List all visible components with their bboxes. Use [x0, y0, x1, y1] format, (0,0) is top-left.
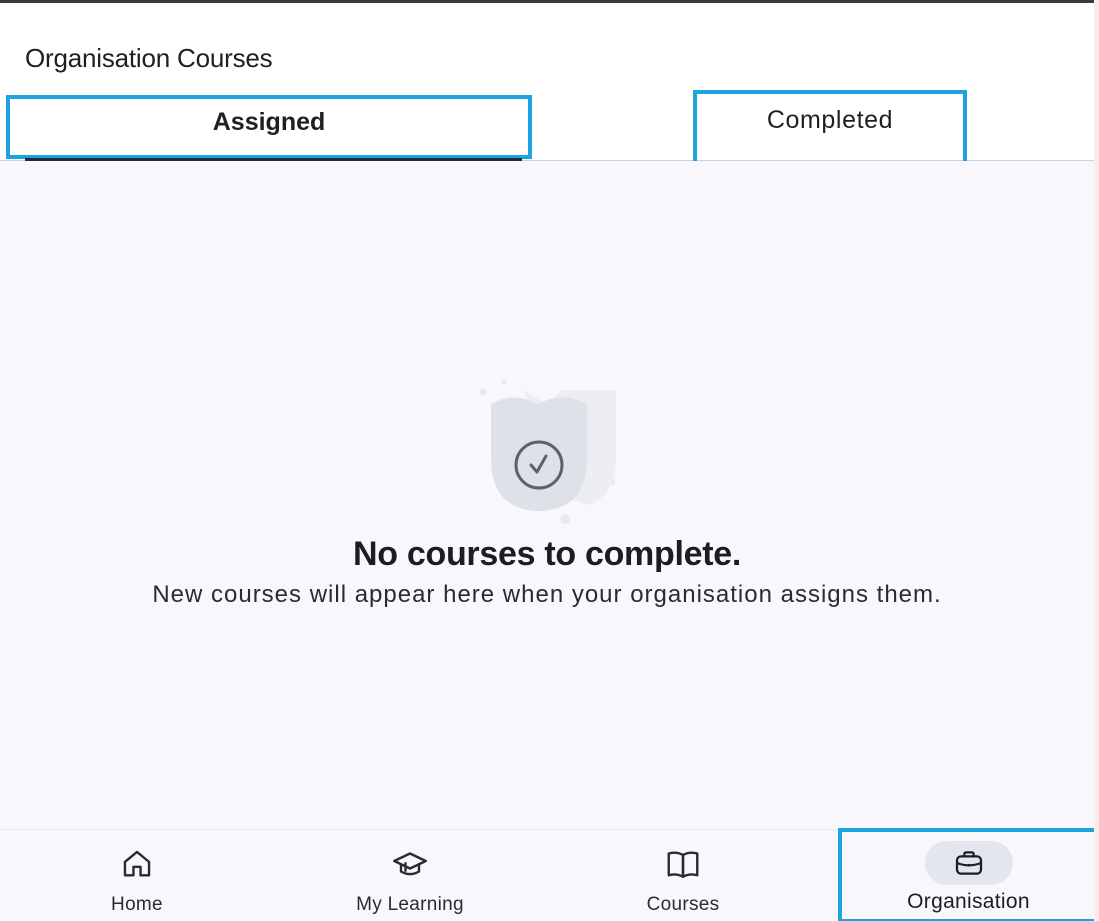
bottom-navigation: Home My Learning Courses Organisation — [0, 828, 1094, 921]
page-title: Organisation Courses — [25, 43, 273, 73]
tab-completed-label: Completed — [766, 106, 894, 134]
tab-bar: Assigned Completed — [0, 90, 1094, 165]
app-window: Organisation Courses Assigned Completed … — [0, 0, 1094, 921]
nav-item-my-learning[interactable]: My Learning — [310, 830, 510, 921]
empty-state-title: No courses to complete. — [353, 535, 741, 573]
nav-item-organisation[interactable]: Organisation — [838, 828, 1094, 921]
courses-content-area: No courses to complete. New courses will… — [0, 161, 1094, 829]
shield-check-icon — [479, 379, 616, 524]
tab-completed[interactable]: Completed — [693, 90, 967, 165]
empty-state-subtitle: New courses will appear here when your o… — [152, 581, 942, 608]
briefcase-icon — [955, 851, 982, 875]
open-book-icon — [665, 846, 701, 882]
nav-item-courses[interactable]: Courses — [583, 830, 783, 921]
nav-label-courses: Courses — [646, 894, 720, 915]
tab-assigned-label: Assigned — [212, 107, 326, 136]
nav-item-home[interactable]: Home — [37, 830, 237, 921]
tab-assigned[interactable]: Assigned — [6, 95, 532, 159]
home-icon — [119, 846, 155, 882]
graduation-cap-icon — [392, 846, 428, 882]
nav-label-home: Home — [111, 894, 163, 915]
nav-active-pill — [924, 841, 1013, 885]
nav-label-my-learning: My Learning — [356, 894, 464, 915]
nav-label-organisation: Organisation — [907, 890, 1030, 913]
